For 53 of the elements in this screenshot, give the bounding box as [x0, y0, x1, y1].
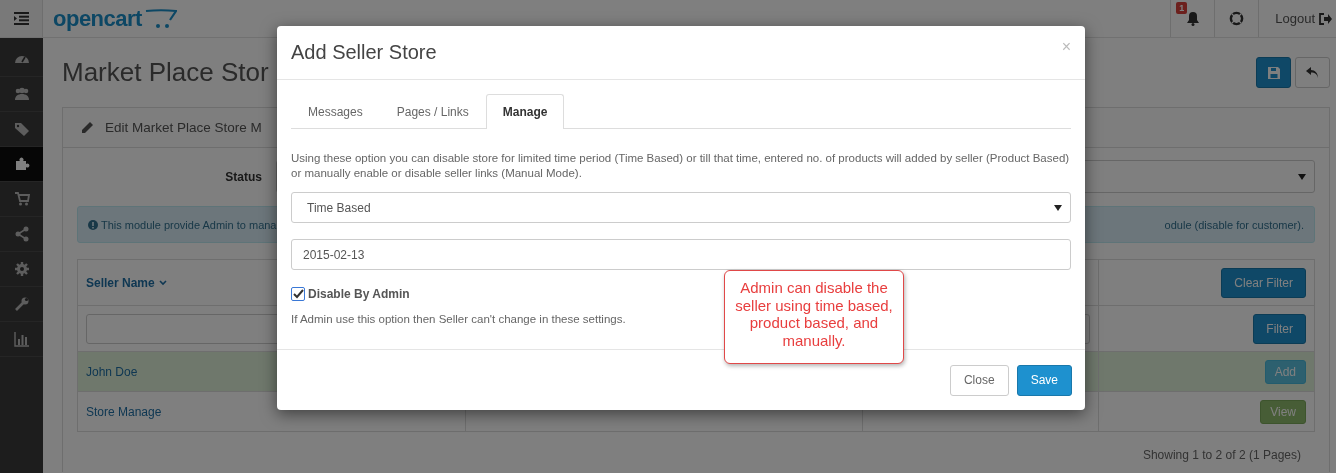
bar-chart-icon	[13, 331, 30, 347]
seller-link[interactable]: Store Manage	[86, 404, 162, 419]
menu-toggle-button[interactable]	[0, 0, 43, 37]
close-button[interactable]: ×	[1061, 38, 1071, 56]
sidebar-item[interactable]	[0, 147, 43, 182]
caret-down-icon	[1054, 204, 1062, 211]
modal-title: Add Seller Store	[291, 41, 437, 64]
cart-logo-icon	[144, 7, 177, 30]
checkbox-label[interactable]: Disable By Admin	[308, 287, 410, 301]
pencil-icon	[81, 121, 94, 134]
logo-text[interactable]: opencart	[53, 5, 142, 32]
view-button[interactable]: View	[1260, 399, 1306, 424]
gear-icon	[13, 261, 30, 277]
caret-down-icon	[1298, 173, 1306, 180]
filter-button[interactable]: Filter	[1253, 313, 1306, 344]
info-icon	[88, 219, 98, 230]
back-button[interactable]	[1295, 57, 1330, 88]
tag-icon	[13, 121, 30, 137]
pagination-text: Showing 1 to 2 of 2 (1 Pages)	[1141, 448, 1302, 462]
checkbox[interactable]	[291, 287, 305, 301]
tab[interactable]: Pages / Links	[379, 94, 486, 129]
clear-filter-button[interactable]: Clear Filter	[1221, 267, 1306, 298]
check-icon	[292, 289, 304, 299]
status-label: Status	[224, 169, 263, 184]
alert-text: odule (disable for customer).	[1164, 218, 1304, 231]
alert-text: This module provide Admin to mana	[101, 218, 277, 231]
panel-heading: Edit Market Place Store M	[105, 120, 262, 135]
save-button[interactable]: Save	[1016, 364, 1072, 396]
save-button[interactable]	[1256, 57, 1291, 88]
date-field[interactable]: 2015-02-13	[291, 239, 1071, 270]
column-sort-link[interactable]: Seller Name	[86, 275, 167, 290]
add-button[interactable]: Add	[1264, 359, 1306, 384]
share-icon	[13, 226, 30, 242]
seller-link[interactable]: John Doe	[86, 364, 138, 379]
save-icon	[1267, 66, 1280, 79]
notification-badge: 1	[1176, 2, 1188, 14]
callout-note: Admin can disable the seller using time based, product based, and manually.	[724, 270, 904, 364]
puzzle-icon	[13, 156, 30, 172]
bell-icon	[1185, 11, 1200, 26]
help-text: If Admin use this option then Seller can't change in these settings.	[291, 313, 626, 325]
cart-icon	[13, 191, 30, 207]
reply-icon	[1306, 67, 1319, 78]
logout-icon	[1319, 12, 1332, 25]
tab[interactable]: Messages	[291, 94, 380, 129]
tab[interactable]: Manage	[485, 94, 565, 129]
users-icon	[13, 86, 30, 102]
menu-icon	[13, 12, 29, 25]
description-text: Using these option you can disable store for limited time period (Time Based) or till that time, entered no. of products will added by seller (Product Based) or manually enable or disable seller links (Manual Mode).	[291, 151, 1071, 181]
lifebuoy-icon	[1229, 11, 1245, 26]
page-title: Market Place Stor	[62, 57, 270, 88]
mode-select[interactable]: Time Based	[291, 192, 1071, 223]
close-button[interactable]: Close	[949, 364, 1009, 396]
wrench-icon	[13, 296, 30, 312]
